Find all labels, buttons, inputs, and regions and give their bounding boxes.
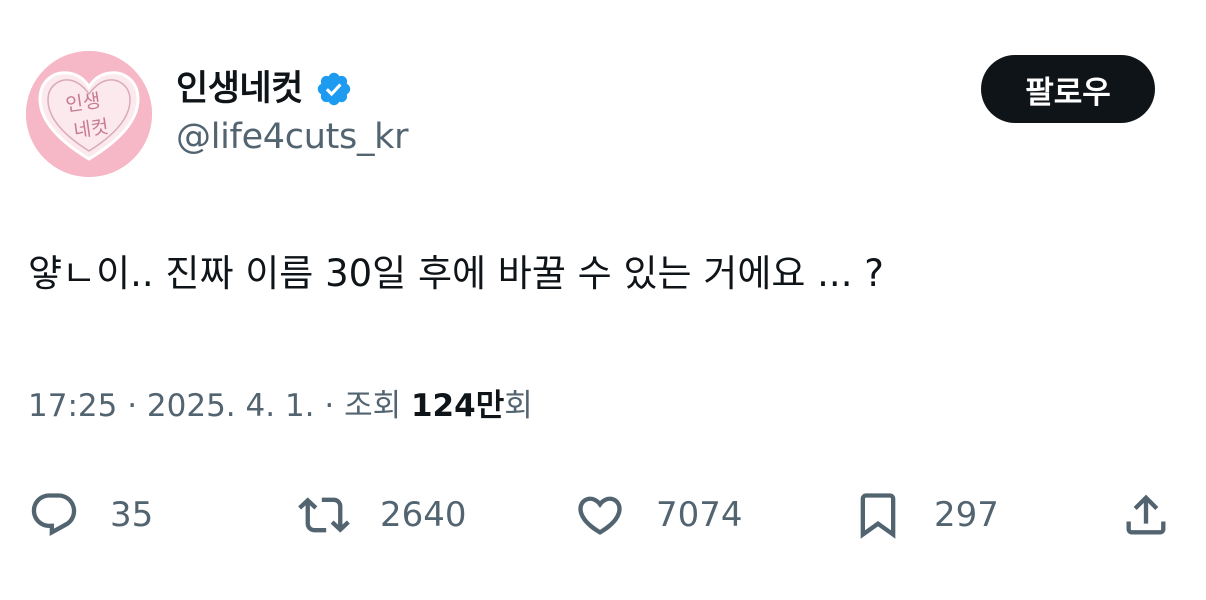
retweet-icon[interactable] [298, 489, 350, 541]
views-label: 조회 [344, 388, 411, 424]
bookmark-count: 297 [934, 495, 999, 535]
reply-icon[interactable] [28, 489, 80, 541]
author-handle[interactable]: @life4cuts_kr [176, 116, 409, 158]
verified-badge-icon[interactable] [315, 70, 353, 108]
tweet-text: 얗ㄴ이.. 진짜 이름 30일 후에 바꿀 수 있는 거에요 ... ? [28, 252, 884, 295]
meta-separator: · [117, 388, 147, 424]
reply-count: 35 [110, 495, 154, 535]
like-count: 7074 [656, 495, 743, 535]
like-button[interactable]: 7074 [574, 480, 743, 550]
retweet-count: 2640 [380, 495, 467, 535]
display-name-text[interactable]: 인생네컷 [176, 71, 303, 107]
heart-icon[interactable] [574, 489, 626, 541]
avatar[interactable]: 인생 네컷 [26, 51, 152, 177]
retweet-button[interactable]: 2640 [298, 480, 467, 550]
bookmark-icon[interactable] [852, 489, 904, 541]
meta-separator: · [314, 388, 345, 424]
views-count: 124만 [410, 388, 505, 424]
tweet-meta: 17:25 · 2025. 4. 1. · 조회 124만회 [28, 388, 533, 425]
reply-button[interactable]: 35 [28, 480, 153, 550]
share-button[interactable] [1120, 480, 1172, 550]
tweet-date[interactable]: 2025. 4. 1. [147, 388, 315, 424]
views-suffix: 회 [504, 388, 533, 424]
author-display-name[interactable]: 인생네컷 [176, 64, 353, 114]
action-bar: 35 2640 7074 297 [0, 480, 1206, 550]
tweet-time[interactable]: 17:25 [28, 388, 117, 424]
bookmark-button[interactable]: 297 [852, 480, 999, 550]
follow-button[interactable]: 팔로우 [981, 55, 1155, 123]
share-icon[interactable] [1120, 489, 1172, 541]
